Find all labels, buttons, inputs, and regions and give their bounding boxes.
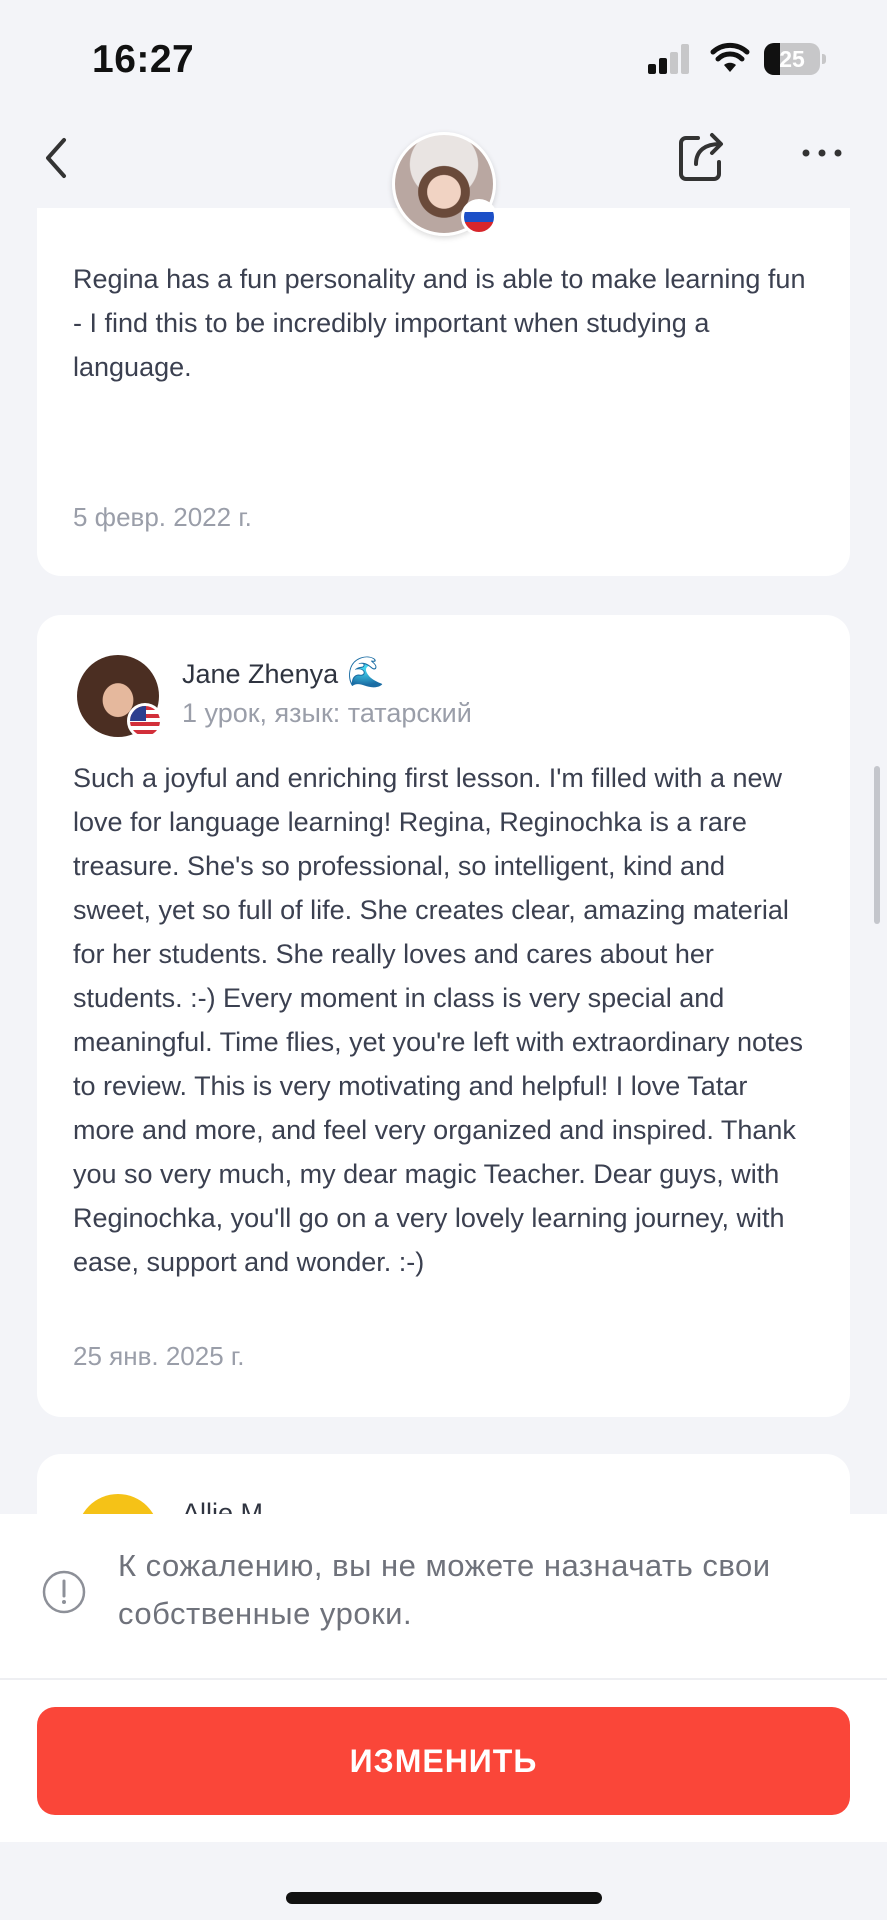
wifi-icon (710, 42, 750, 72)
reviewer-name: Jane Zhenya (182, 659, 339, 689)
wave-emoji-icon: 🌊 (347, 656, 385, 689)
cellular-signal-icon (648, 44, 692, 74)
reviewer-name: Allie M (182, 1498, 264, 1514)
info-icon (42, 1570, 86, 1614)
notice-text: К сожалению, вы не можете назначать свои… (118, 1548, 771, 1631)
reviewer-avatar (77, 1494, 159, 1514)
review-card: Allie M (37, 1454, 850, 1514)
russia-flag-icon (461, 199, 497, 235)
review-date: 25 янв. 2025 г. (73, 1341, 245, 1371)
review-text: Such a joyful and enriching first lesson… (73, 763, 811, 1277)
reviewer-lesson-info: 1 урок, язык: татарский (182, 698, 472, 728)
review-date: 5 февр. 2022 г. (73, 502, 252, 532)
share-icon[interactable] (676, 130, 726, 184)
home-indicator-area (0, 1842, 887, 1920)
home-indicator[interactable] (286, 1892, 602, 1904)
reviews-list[interactable]: understanding. She is professional and f… (0, 118, 887, 1514)
more-horizontal-icon[interactable] (800, 144, 844, 162)
notice-banner: К сожалению, вы не можете назначать свои… (0, 1514, 887, 1678)
bottom-action-bar: ИЗМЕНИТЬ (0, 1680, 887, 1842)
usa-flag-icon (127, 703, 163, 739)
battery-icon: 25 (764, 43, 826, 75)
chevron-left-icon[interactable] (38, 134, 78, 182)
status-time: 16:27 (92, 38, 195, 81)
status-bar: 16:27 25 (0, 0, 887, 118)
review-card: Jane Zhenya 🌊 1 урок, язык: татарский Su… (37, 615, 850, 1417)
scrollbar[interactable] (874, 766, 880, 924)
battery-level: 25 (779, 46, 805, 72)
edit-button[interactable]: ИЗМЕНИТЬ (37, 1707, 850, 1815)
